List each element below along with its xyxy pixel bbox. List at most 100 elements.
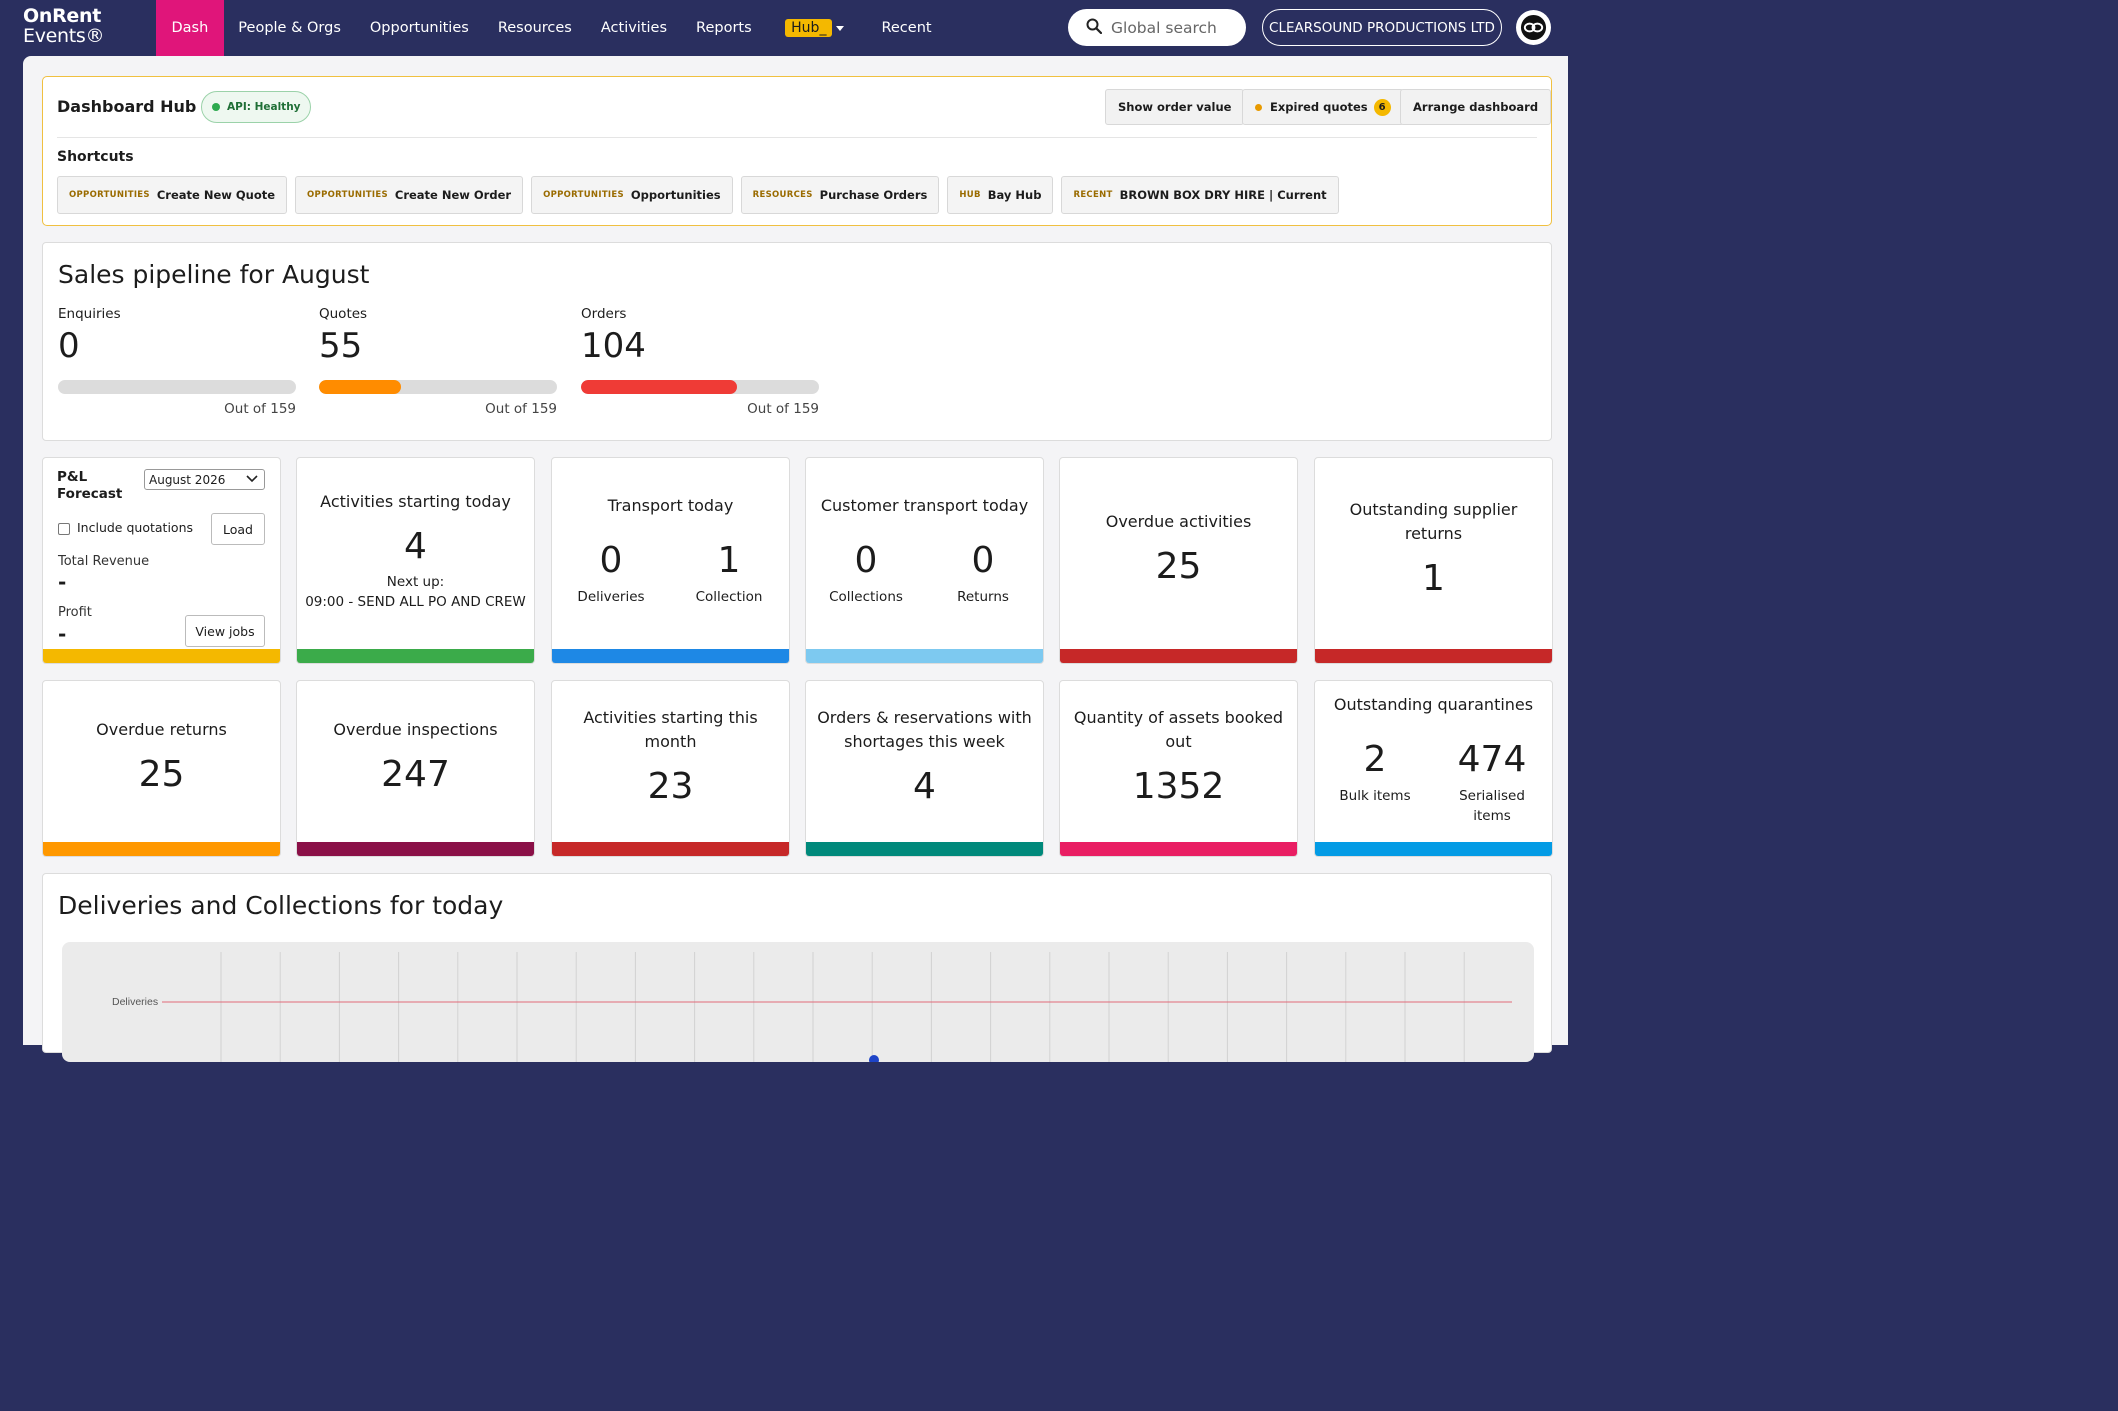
logo-line1: OnRent <box>23 5 102 27</box>
stat-value: 0 <box>854 540 878 581</box>
tile-value: 23 <box>647 766 694 807</box>
search-placeholder: Global search <box>1111 18 1217 37</box>
activities-today-tile[interactable]: Activities starting today 4 Next up: 09:… <box>296 457 535 664</box>
nav-dash[interactable]: Dash <box>156 0 224 56</box>
nav-opportunities[interactable]: Opportunities <box>355 0 483 56</box>
shortcut-create-new-quote[interactable]: OPPORTUNITIES Create New Quote <box>57 176 288 214</box>
deliveries-title: Deliveries and Collections for today <box>58 891 504 920</box>
shortcut-label: Create New Quote <box>156 188 276 202</box>
shortcut-recent-brown-box[interactable]: RECENT BROWN BOX DRY HIRE | Current <box>1061 176 1339 214</box>
supplier-returns-tile[interactable]: Outstanding supplier returns 1 <box>1314 457 1553 664</box>
stat-label: Collection <box>695 589 763 605</box>
global-search-input[interactable]: Global search <box>1068 9 1246 46</box>
app-logo[interactable]: OnRent Events® <box>0 0 156 56</box>
stat-value: 0 <box>599 540 623 581</box>
nav-hub-dropdown[interactable]: Hub_ <box>766 0 859 56</box>
collection-stat: 1 Collection <box>679 540 779 607</box>
pipeline-total: Out of 159 <box>747 401 819 417</box>
pipeline-value: 55 <box>319 326 363 366</box>
arrange-dashboard-button[interactable]: Arrange dashboard <box>1400 89 1552 125</box>
stat-value: 1 <box>717 540 741 581</box>
tile-title: Activities starting this month <box>583 708 758 751</box>
tile-title: Transport today <box>607 496 734 515</box>
nav-people-orgs[interactable]: People & Orgs <box>224 0 356 56</box>
shortcut-category: OPPORTUNITIES <box>543 190 624 200</box>
show-order-value-button[interactable]: Show order value <box>1105 89 1245 125</box>
shortcuts-list: OPPORTUNITIES Create New Quote OPPORTUNIT… <box>57 176 1339 214</box>
include-quotations-checkbox[interactable] <box>58 523 70 535</box>
shortcut-bay-hub[interactable]: HUB Bay Hub <box>947 176 1054 214</box>
customer-transport-tile[interactable]: Customer transport today 0 Collections 0… <box>805 457 1044 664</box>
period-select-value: August 2026 <box>149 472 226 487</box>
pipeline-total: Out of 159 <box>485 401 557 417</box>
deliveries-stat: 0 Deliveries <box>561 540 661 607</box>
pipeline-label: Orders <box>581 306 627 322</box>
company-switcher-button[interactable]: CLEARSOUND PRODUCTIONS LTD <box>1262 9 1502 46</box>
period-select[interactable]: August 2026 <box>144 469 265 490</box>
shortcut-create-new-order[interactable]: OPPORTUNITIES Create New Order <box>295 176 524 214</box>
status-dot-icon <box>212 103 220 111</box>
tile-color-strip <box>1315 649 1552 663</box>
pipeline-label: Quotes <box>319 306 368 322</box>
tile-color-strip <box>1060 649 1297 663</box>
transport-today-tile[interactable]: Transport today 0 Deliveries 1 Collectio… <box>551 457 790 664</box>
chevron-down-icon <box>836 25 845 31</box>
assets-booked-tile[interactable]: Quantity of assets booked out 1352 <box>1059 680 1298 857</box>
bulk-items-stat: 2 Bulk items <box>1325 739 1425 806</box>
hub-badge: Hub_ <box>785 19 833 37</box>
include-quotations-label: Include quotations <box>77 520 193 535</box>
page-title: Dashboard Hub <box>57 97 197 116</box>
expired-quotes-count: 6 <box>1373 98 1391 116</box>
shortcut-category: OPPORTUNITIES <box>69 190 150 200</box>
stat-label: Bulk items <box>1339 788 1411 804</box>
tile-title: Overdue activities <box>1105 512 1252 531</box>
pipeline-value: 104 <box>581 326 646 366</box>
pipeline-quotes[interactable]: Quotes 55 Out of 159 <box>319 306 557 417</box>
load-button[interactable]: Load <box>211 513 265 545</box>
shortages-tile[interactable]: Orders & reservations with shortages thi… <box>805 680 1044 857</box>
timeline-marker <box>869 1055 879 1065</box>
user-avatar[interactable] <box>1516 10 1551 45</box>
timeline-grid: Deliveries <box>112 952 1512 1065</box>
shortcut-opportunities[interactable]: OPPORTUNITIES Opportunities <box>531 176 733 214</box>
pipeline-orders[interactable]: Orders 104 Out of 159 <box>581 306 819 417</box>
stat-value: 2 <box>1363 739 1387 780</box>
total-revenue-label: Total Revenue <box>58 554 150 569</box>
tile-value: 25 <box>138 754 185 795</box>
tile-value: 4 <box>404 526 427 567</box>
shortcut-label: Opportunities <box>630 188 721 202</box>
top-nav: OnRent Events® Dash People & Orgs Opport… <box>0 0 1568 56</box>
nav-recent[interactable]: Recent <box>859 0 946 56</box>
nav-reports[interactable]: Reports <box>682 0 767 56</box>
progress-bar <box>58 380 296 394</box>
tile-color-strip <box>806 842 1043 856</box>
tile-color-strip <box>297 842 534 856</box>
search-icon <box>1086 18 1103 38</box>
overdue-returns-tile[interactable]: Overdue returns 25 <box>42 680 281 857</box>
pl-title-line2: Forecast <box>57 486 123 502</box>
shortcut-category: RECENT <box>1073 190 1113 200</box>
api-status-badge: API: Healthy <box>201 91 311 123</box>
nav-resources[interactable]: Resources <box>483 0 586 56</box>
stat-label: Serialised items <box>1459 788 1525 824</box>
shortcuts-heading: Shortcuts <box>57 149 134 165</box>
sales-pipeline-title: Sales pipeline for August <box>58 260 370 289</box>
timeline-chart[interactable]: Deliveries <box>62 942 1534 1065</box>
shortcut-label: Purchase Orders <box>819 188 928 202</box>
stat-value: 0 <box>971 540 995 581</box>
progress-fill <box>581 380 737 394</box>
progress-fill <box>319 380 402 394</box>
dashboard-hub-panel: Dashboard Hub API: Healthy Show order va… <box>42 76 1552 226</box>
activities-month-tile[interactable]: Activities starting this month 23 <box>551 680 790 857</box>
expired-quotes-button[interactable]: Expired quotes 6 <box>1242 89 1404 125</box>
quarantines-tile[interactable]: Outstanding quarantines 2 Bulk items 474… <box>1314 680 1553 857</box>
nav-activities[interactable]: Activities <box>586 0 681 56</box>
shortcut-category: OPPORTUNITIES <box>307 190 388 200</box>
overdue-activities-tile[interactable]: Overdue activities 25 <box>1059 457 1298 664</box>
overdue-inspections-tile[interactable]: Overdue inspections 247 <box>296 680 535 857</box>
shortcut-purchase-orders[interactable]: RESOURCES Purchase Orders <box>740 176 940 214</box>
stat-label: Collections <box>829 589 903 605</box>
pipeline-enquiries[interactable]: Enquiries 0 Out of 159 <box>58 306 296 417</box>
progress-bar <box>581 380 819 394</box>
view-jobs-button[interactable]: View jobs <box>185 615 265 647</box>
